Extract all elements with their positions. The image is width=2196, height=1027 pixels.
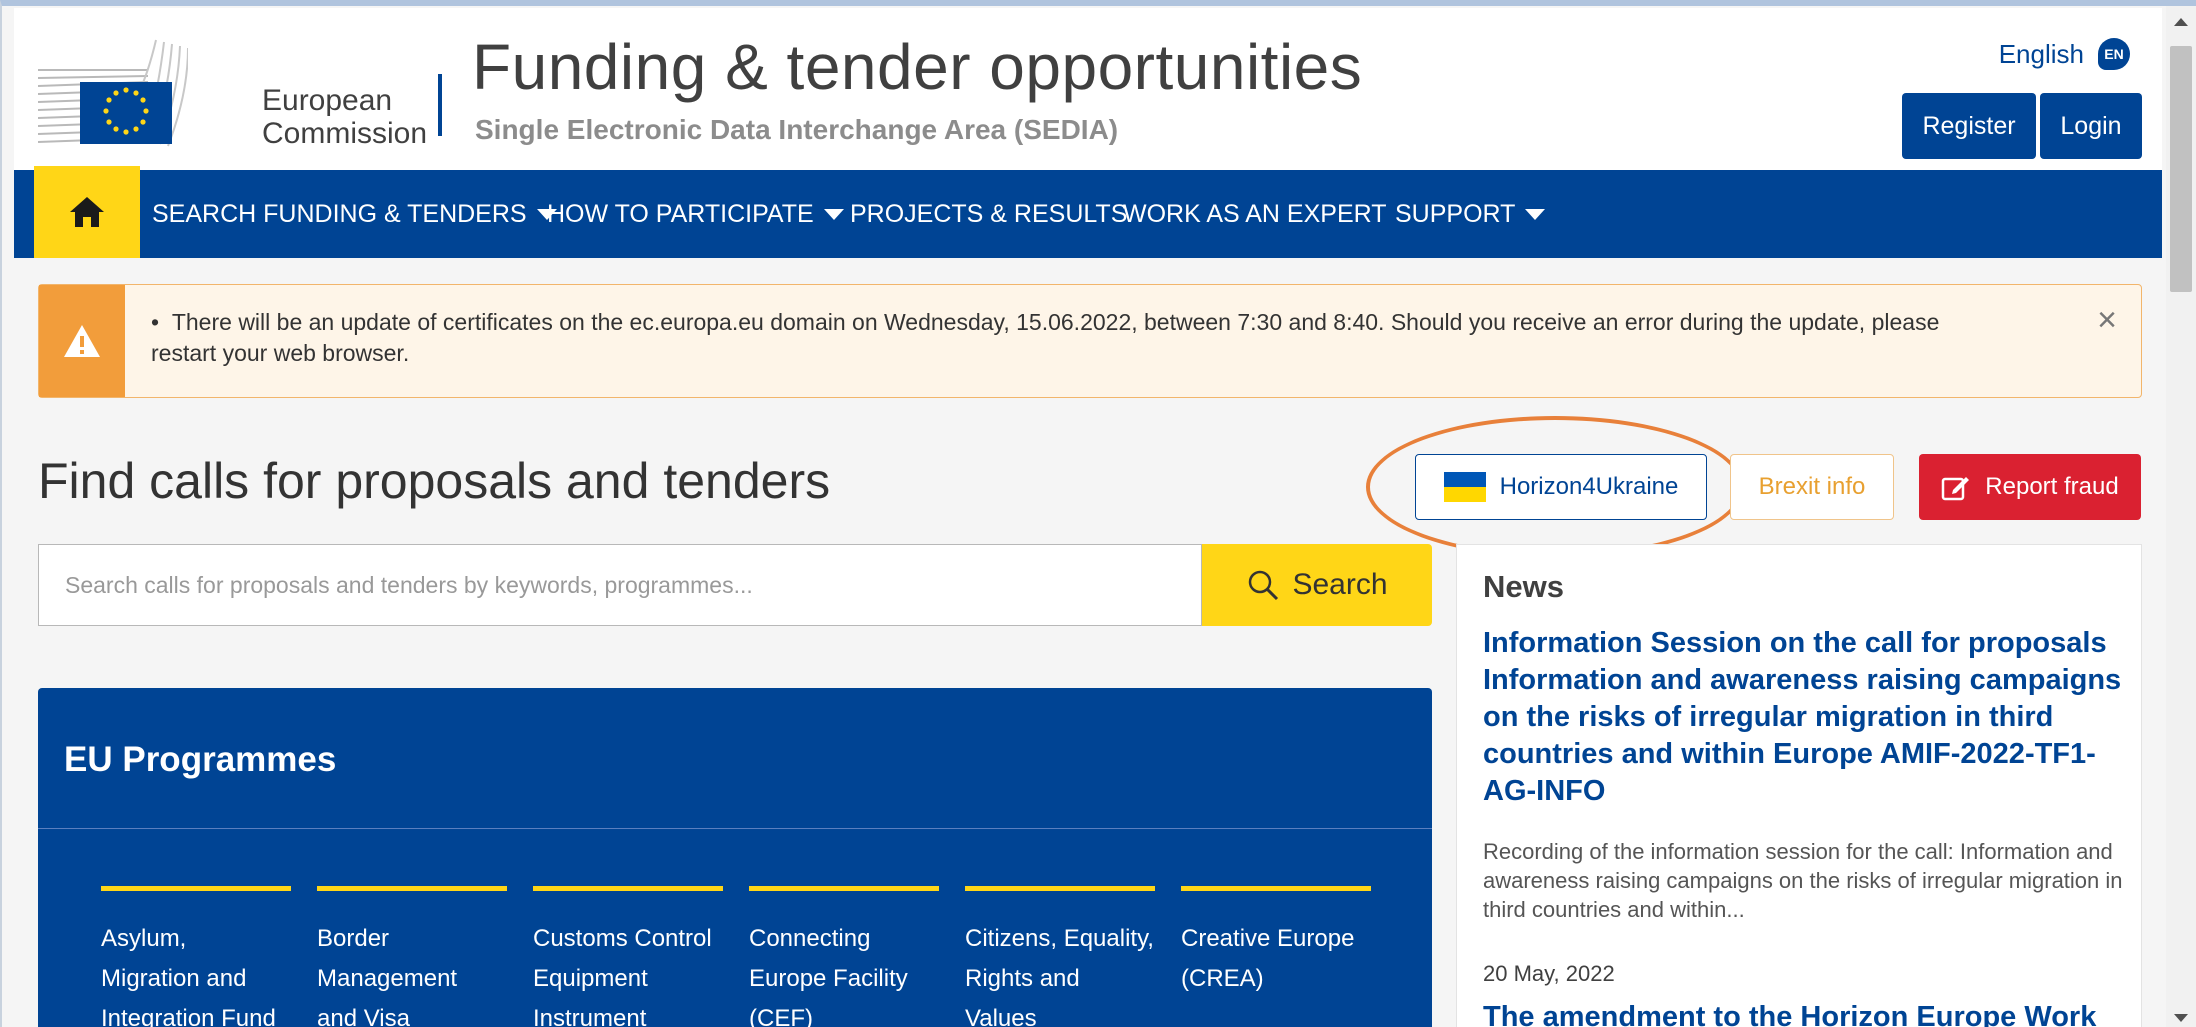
nav-item-label: SUPPORT	[1395, 199, 1516, 228]
programme-item-cef[interactable]: Connecting Europe Facility (CEF)	[749, 886, 939, 1027]
register-button[interactable]: Register	[1902, 93, 2036, 159]
bullet: •	[151, 309, 160, 335]
scroll-up-arrow-icon[interactable]	[2174, 18, 2188, 26]
nav-item-label: SEARCH FUNDING & TENDERS	[152, 199, 527, 228]
login-button[interactable]: Login	[2040, 93, 2142, 159]
page-title: Find calls for proposals and tenders	[38, 453, 831, 509]
alert-text-line1: There will be an update of certificates …	[171, 309, 1940, 335]
news-item-description: Recording of the information session for…	[1483, 839, 2123, 922]
nav-item-work-as-expert[interactable]: WORK AS AN EXPERT	[1123, 170, 1387, 258]
eu-programmes-panel: EU Programmes Asylum, Migration and Inte…	[38, 688, 1432, 1027]
programme-label: Management	[317, 965, 458, 992]
search-icon	[1249, 570, 1279, 601]
home-icon	[70, 197, 104, 227]
news-title: News	[1483, 569, 1564, 604]
scrollbar-thumb[interactable]	[2170, 46, 2192, 292]
language-icon: EN	[2098, 38, 2130, 70]
news-item-date: 20 May, 2022	[1483, 961, 1615, 986]
nav-item-projects-results[interactable]: PROJECTS & RESULTS	[850, 170, 1127, 258]
programme-label: Border	[317, 925, 390, 952]
search-input[interactable]: Search calls for proposals and tenders b…	[38, 544, 1202, 626]
site-title: Funding & tender opportunities	[472, 31, 1363, 103]
report-label: Report fraud	[1985, 473, 2119, 500]
programme-item-amif[interactable]: Asylum, Migration and Integration Fund	[101, 886, 291, 1027]
scroll-down-arrow-icon[interactable]	[2174, 1014, 2188, 1022]
warning-icon	[39, 285, 125, 397]
page-scrollbar[interactable]	[2166, 6, 2196, 1027]
programme-label: Customs Control	[533, 925, 712, 952]
european-commission-logo[interactable]: European Commission	[38, 34, 448, 154]
programme-label: Creative Europe	[1181, 925, 1355, 952]
alert-text-line2: restart your web browser.	[151, 340, 410, 366]
news-item-title-link[interactable]: The amendment to the Horizon Europe Work	[1483, 1001, 2123, 1027]
nav-home-button[interactable]	[34, 166, 140, 258]
nav-item-search-funding[interactable]: SEARCH FUNDING & TENDERS	[152, 170, 557, 258]
divider	[38, 828, 1432, 829]
brexit-info-button[interactable]: Brexit info	[1730, 454, 1894, 520]
alert-banner: • There will be an update of certificate…	[38, 284, 2142, 398]
close-icon[interactable]: ×	[2097, 301, 2117, 340]
programme-label: Connecting	[749, 925, 871, 952]
programme-item-cerv[interactable]: Citizens, Equality, Rights and Values	[965, 886, 1155, 1027]
programme-label: Instrument	[533, 1005, 647, 1027]
ec-logo-icon	[38, 39, 188, 147]
logo-divider	[438, 74, 442, 136]
nav-item-how-to-participate[interactable]: HOW TO PARTICIPATE	[547, 170, 844, 258]
search-button[interactable]: Search	[1202, 544, 1432, 626]
nav-item-support[interactable]: SUPPORT	[1395, 170, 1546, 258]
programme-label: Rights and	[965, 965, 1080, 992]
programme-label: Europe Facility	[749, 965, 908, 992]
logo-text-line1: European	[262, 84, 393, 117]
nav-item-label: WORK AS AN EXPERT	[1123, 199, 1387, 228]
nav-item-label: PROJECTS & RESULTS	[850, 199, 1128, 228]
report-fraud-button[interactable]: Report fraud	[1919, 454, 2141, 520]
chevron-down-icon	[823, 208, 844, 220]
highlight-annotation	[1366, 416, 1744, 558]
search-button-label: Search	[1292, 568, 1388, 601]
chevron-down-icon	[1525, 208, 1546, 220]
programme-item-crea[interactable]: Creative Europe (CREA)	[1181, 886, 1371, 999]
logo-text-line2: Commission	[262, 117, 428, 150]
site-header: European Commission Funding & tender opp…	[14, 8, 2162, 170]
edit-icon	[1942, 477, 1970, 501]
programme-label: Integration Fund	[101, 1005, 276, 1027]
language-label: English	[1998, 38, 2084, 69]
programmes-title: EU Programmes	[64, 740, 337, 779]
site-subtitle: Single Electronic Data Interchange Area …	[475, 114, 1119, 145]
nav-item-label: HOW TO PARTICIPATE	[547, 199, 814, 228]
programme-label: Citizens, Equality,	[965, 925, 1154, 952]
programme-label: and Visa	[317, 1005, 410, 1027]
programme-label: Equipment	[533, 965, 648, 992]
programme-label: Migration and	[101, 965, 247, 992]
news-item-title-link[interactable]: Information Session on the call for prop…	[1483, 625, 2123, 810]
programme-label: Values	[965, 1005, 1037, 1027]
news-panel: News Information Session on the call for…	[1456, 544, 2142, 1027]
language-selector[interactable]: English EN	[1999, 38, 2130, 70]
programme-label: (CEF)	[749, 1005, 813, 1027]
programme-label: Asylum,	[101, 925, 187, 952]
alert-message: • There will be an update of certificate…	[151, 307, 2091, 369]
programme-item-bmvi[interactable]: Border Management and Visa	[317, 886, 507, 1027]
programme-item-ccei[interactable]: Customs Control Equipment Instrument	[533, 886, 723, 1027]
logo-text: European Commission	[262, 84, 427, 150]
main-navigation: SEARCH FUNDING & TENDERS HOW TO PARTICIP…	[14, 166, 2162, 258]
programme-label: (CREA)	[1181, 965, 1264, 992]
